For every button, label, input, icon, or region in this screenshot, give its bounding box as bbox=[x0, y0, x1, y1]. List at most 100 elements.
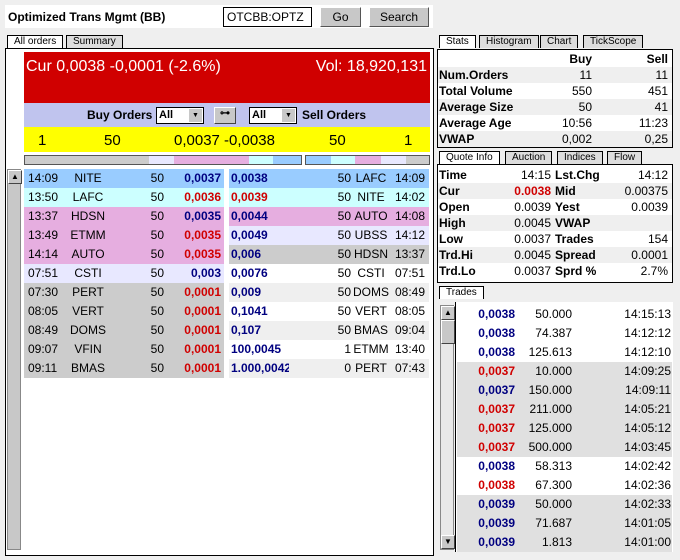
buy-order-row[interactable]: 14:14 AUTO 50 0,0035 bbox=[24, 245, 224, 264]
quote-value: 0.0039 bbox=[514, 200, 551, 214]
sell-order-row[interactable]: 0,006 50 HDSN 13:37 bbox=[229, 245, 429, 264]
buy-order-row[interactable]: 13:50 LAFC 50 0,0036 bbox=[24, 188, 224, 207]
tab-histogram[interactable]: Histogram bbox=[479, 35, 539, 48]
tab-trades[interactable]: Trades bbox=[439, 286, 484, 299]
buy-order-row[interactable]: 08:05 VERT 50 0,0001 bbox=[24, 302, 224, 321]
trade-row[interactable]: 0,0038 125.613 14:12:10 bbox=[457, 343, 672, 362]
trades-scrollbar[interactable]: ▲ ▼ bbox=[440, 305, 455, 550]
tab-chart[interactable]: Chart bbox=[540, 35, 579, 48]
quote-value: 14:12 bbox=[637, 168, 668, 182]
order-size: 50 bbox=[337, 266, 351, 280]
market-maker: AUTO bbox=[71, 247, 105, 261]
buy-order-row[interactable]: 07:51 CSTI 50 0,003 bbox=[24, 264, 224, 283]
stats-sell-value: 451 bbox=[647, 84, 668, 98]
sell-order-row[interactable]: 0,009 50 DOMS 08:49 bbox=[229, 283, 429, 302]
sell-order-row[interactable]: 0,0038 50 LAFC 14:09 bbox=[229, 169, 429, 188]
order-time: 14:08 bbox=[394, 209, 425, 223]
buy-order-row[interactable]: 13:37 HDSN 50 0,0035 bbox=[24, 207, 224, 226]
buy-depth-bar bbox=[24, 155, 302, 165]
stats-row: Average Size 50 41 bbox=[438, 99, 672, 115]
order-price: 0,0044 bbox=[231, 209, 268, 223]
tab-flow[interactable]: Flow bbox=[607, 151, 643, 164]
stats-row: Average Age 10:56 11:23 bbox=[438, 115, 672, 131]
trade-row[interactable]: 0,0038 58.313 14:02:42 bbox=[457, 457, 672, 476]
trade-row[interactable]: 0,0039 71.687 14:01:05 bbox=[457, 514, 672, 533]
trade-volume: 74.387 bbox=[535, 326, 572, 340]
trade-row[interactable]: 0,0037 500.000 14:03:45 bbox=[457, 438, 672, 457]
link-icon[interactable]: ⊶ bbox=[214, 107, 236, 124]
stats-label: Average Age bbox=[439, 116, 512, 130]
order-size: 50 bbox=[337, 190, 351, 204]
tab-all-orders[interactable]: All orders bbox=[7, 35, 64, 48]
trade-row[interactable]: 0,0038 74.387 14:12:12 bbox=[457, 324, 672, 343]
buy-filter-select[interactable]: All ▼ bbox=[156, 107, 204, 124]
sell-order-row[interactable]: 1.000,0042 0 PERT 07:43 bbox=[229, 359, 429, 378]
scroll-up-icon[interactable]: ▲ bbox=[441, 306, 455, 320]
trade-time: 14:05:21 bbox=[624, 402, 671, 416]
best-buy-size: 50 bbox=[104, 132, 121, 149]
sell-depth-bar bbox=[305, 155, 430, 165]
stats-header-buy: Buy bbox=[569, 52, 592, 66]
trade-volume: 500.000 bbox=[528, 440, 572, 454]
order-price: 0,009 bbox=[231, 285, 262, 299]
sell-order-row[interactable]: 0,0044 50 AUTO 14:08 bbox=[229, 207, 429, 226]
stats-row: VWAP 0,002 0,25 bbox=[438, 131, 672, 147]
trade-row[interactable]: 0,0037 150.000 14:09:11 bbox=[457, 381, 672, 400]
quote-label: High bbox=[439, 216, 466, 230]
trade-price: 0,0039 bbox=[478, 516, 515, 530]
order-book-scrollbar[interactable]: ▲ bbox=[7, 169, 22, 550]
trade-time: 14:01:05 bbox=[624, 516, 671, 530]
sell-order-row[interactable]: 100,0045 1 ETMM 13:40 bbox=[229, 340, 429, 359]
buy-order-row[interactable]: 09:07 VFIN 50 0,0001 bbox=[24, 340, 224, 359]
buy-order-row[interactable]: 09:11 BMAS 50 0,0001 bbox=[24, 359, 224, 378]
order-time: 13:49 bbox=[28, 228, 59, 242]
tab-indices[interactable]: Indices bbox=[557, 151, 603, 164]
tab-auction[interactable]: Auction bbox=[505, 151, 553, 164]
trade-row[interactable]: 0,0038 67.300 14:02:36 bbox=[457, 476, 672, 495]
go-button[interactable]: Go bbox=[320, 7, 361, 27]
buy-order-row[interactable]: 07:30 PERT 50 0,0001 bbox=[24, 283, 224, 302]
sell-orders-label: Sell Orders bbox=[302, 108, 367, 122]
quote-label: Spread bbox=[555, 248, 596, 262]
buy-order-row[interactable]: 08:49 DOMS 50 0,0001 bbox=[24, 321, 224, 340]
order-time: 13:37 bbox=[394, 247, 425, 261]
tab-summary[interactable]: Summary bbox=[66, 35, 123, 48]
sell-filter-select[interactable]: All ▼ bbox=[249, 107, 297, 124]
quote-label: Sprd % bbox=[555, 264, 597, 278]
trade-price: 0,0039 bbox=[478, 497, 515, 511]
order-price: 0,1041 bbox=[231, 304, 268, 318]
tab-stats[interactable]: Stats bbox=[439, 35, 476, 48]
trade-volume: 50.000 bbox=[535, 307, 572, 321]
tab-tickscope[interactable]: TickScope bbox=[583, 35, 644, 48]
sell-order-row[interactable]: 0,0039 50 NITE 14:02 bbox=[229, 188, 429, 207]
order-time: 08:05 bbox=[394, 304, 425, 318]
symbol-input[interactable]: OTCBB:OPTZ bbox=[223, 7, 312, 27]
scroll-down-icon[interactable]: ▼ bbox=[441, 535, 455, 549]
trade-row[interactable]: 0,0037 10.000 14:09:25 bbox=[457, 362, 672, 381]
trade-row[interactable]: 0,0039 1.813 14:01:00 bbox=[457, 533, 672, 552]
buy-order-row[interactable]: 14:09 NITE 50 0,0037 bbox=[24, 169, 224, 188]
buy-orders-label: Buy Orders bbox=[87, 108, 153, 122]
order-price: 0,0001 bbox=[184, 342, 221, 356]
market-maker: VFIN bbox=[74, 342, 102, 356]
trade-row[interactable]: 0,0037 125.000 14:05:12 bbox=[457, 419, 672, 438]
trade-row[interactable]: 0,0038 50.000 14:15:13 bbox=[457, 305, 672, 324]
sell-order-row[interactable]: 0,107 50 BMAS 09:04 bbox=[229, 321, 429, 340]
search-button[interactable]: Search bbox=[369, 7, 429, 27]
order-size: 50 bbox=[150, 190, 164, 204]
sell-order-row[interactable]: 0,0049 50 UBSS 14:12 bbox=[229, 226, 429, 245]
sell-order-row[interactable]: 0,0076 50 CSTI 07:51 bbox=[229, 264, 429, 283]
order-size: 50 bbox=[337, 247, 351, 261]
tab-quote-info[interactable]: Quote Info bbox=[439, 151, 500, 164]
trade-row[interactable]: 0,0037 211.000 14:05:21 bbox=[457, 400, 672, 419]
sell-order-row[interactable]: 0,1041 50 VERT 08:05 bbox=[229, 302, 429, 321]
order-time: 09:04 bbox=[394, 323, 425, 337]
buy-order-row[interactable]: 13:49 ETMM 50 0,0035 bbox=[24, 226, 224, 245]
order-price: 0,0035 bbox=[184, 209, 221, 223]
trade-time: 14:12:12 bbox=[624, 326, 671, 340]
order-size: 50 bbox=[337, 285, 351, 299]
scroll-thumb[interactable] bbox=[441, 320, 455, 344]
trade-row[interactable]: 0,0039 50.000 14:02:33 bbox=[457, 495, 672, 514]
trade-time: 14:03:45 bbox=[624, 440, 671, 454]
scroll-up-icon[interactable]: ▲ bbox=[8, 170, 22, 184]
